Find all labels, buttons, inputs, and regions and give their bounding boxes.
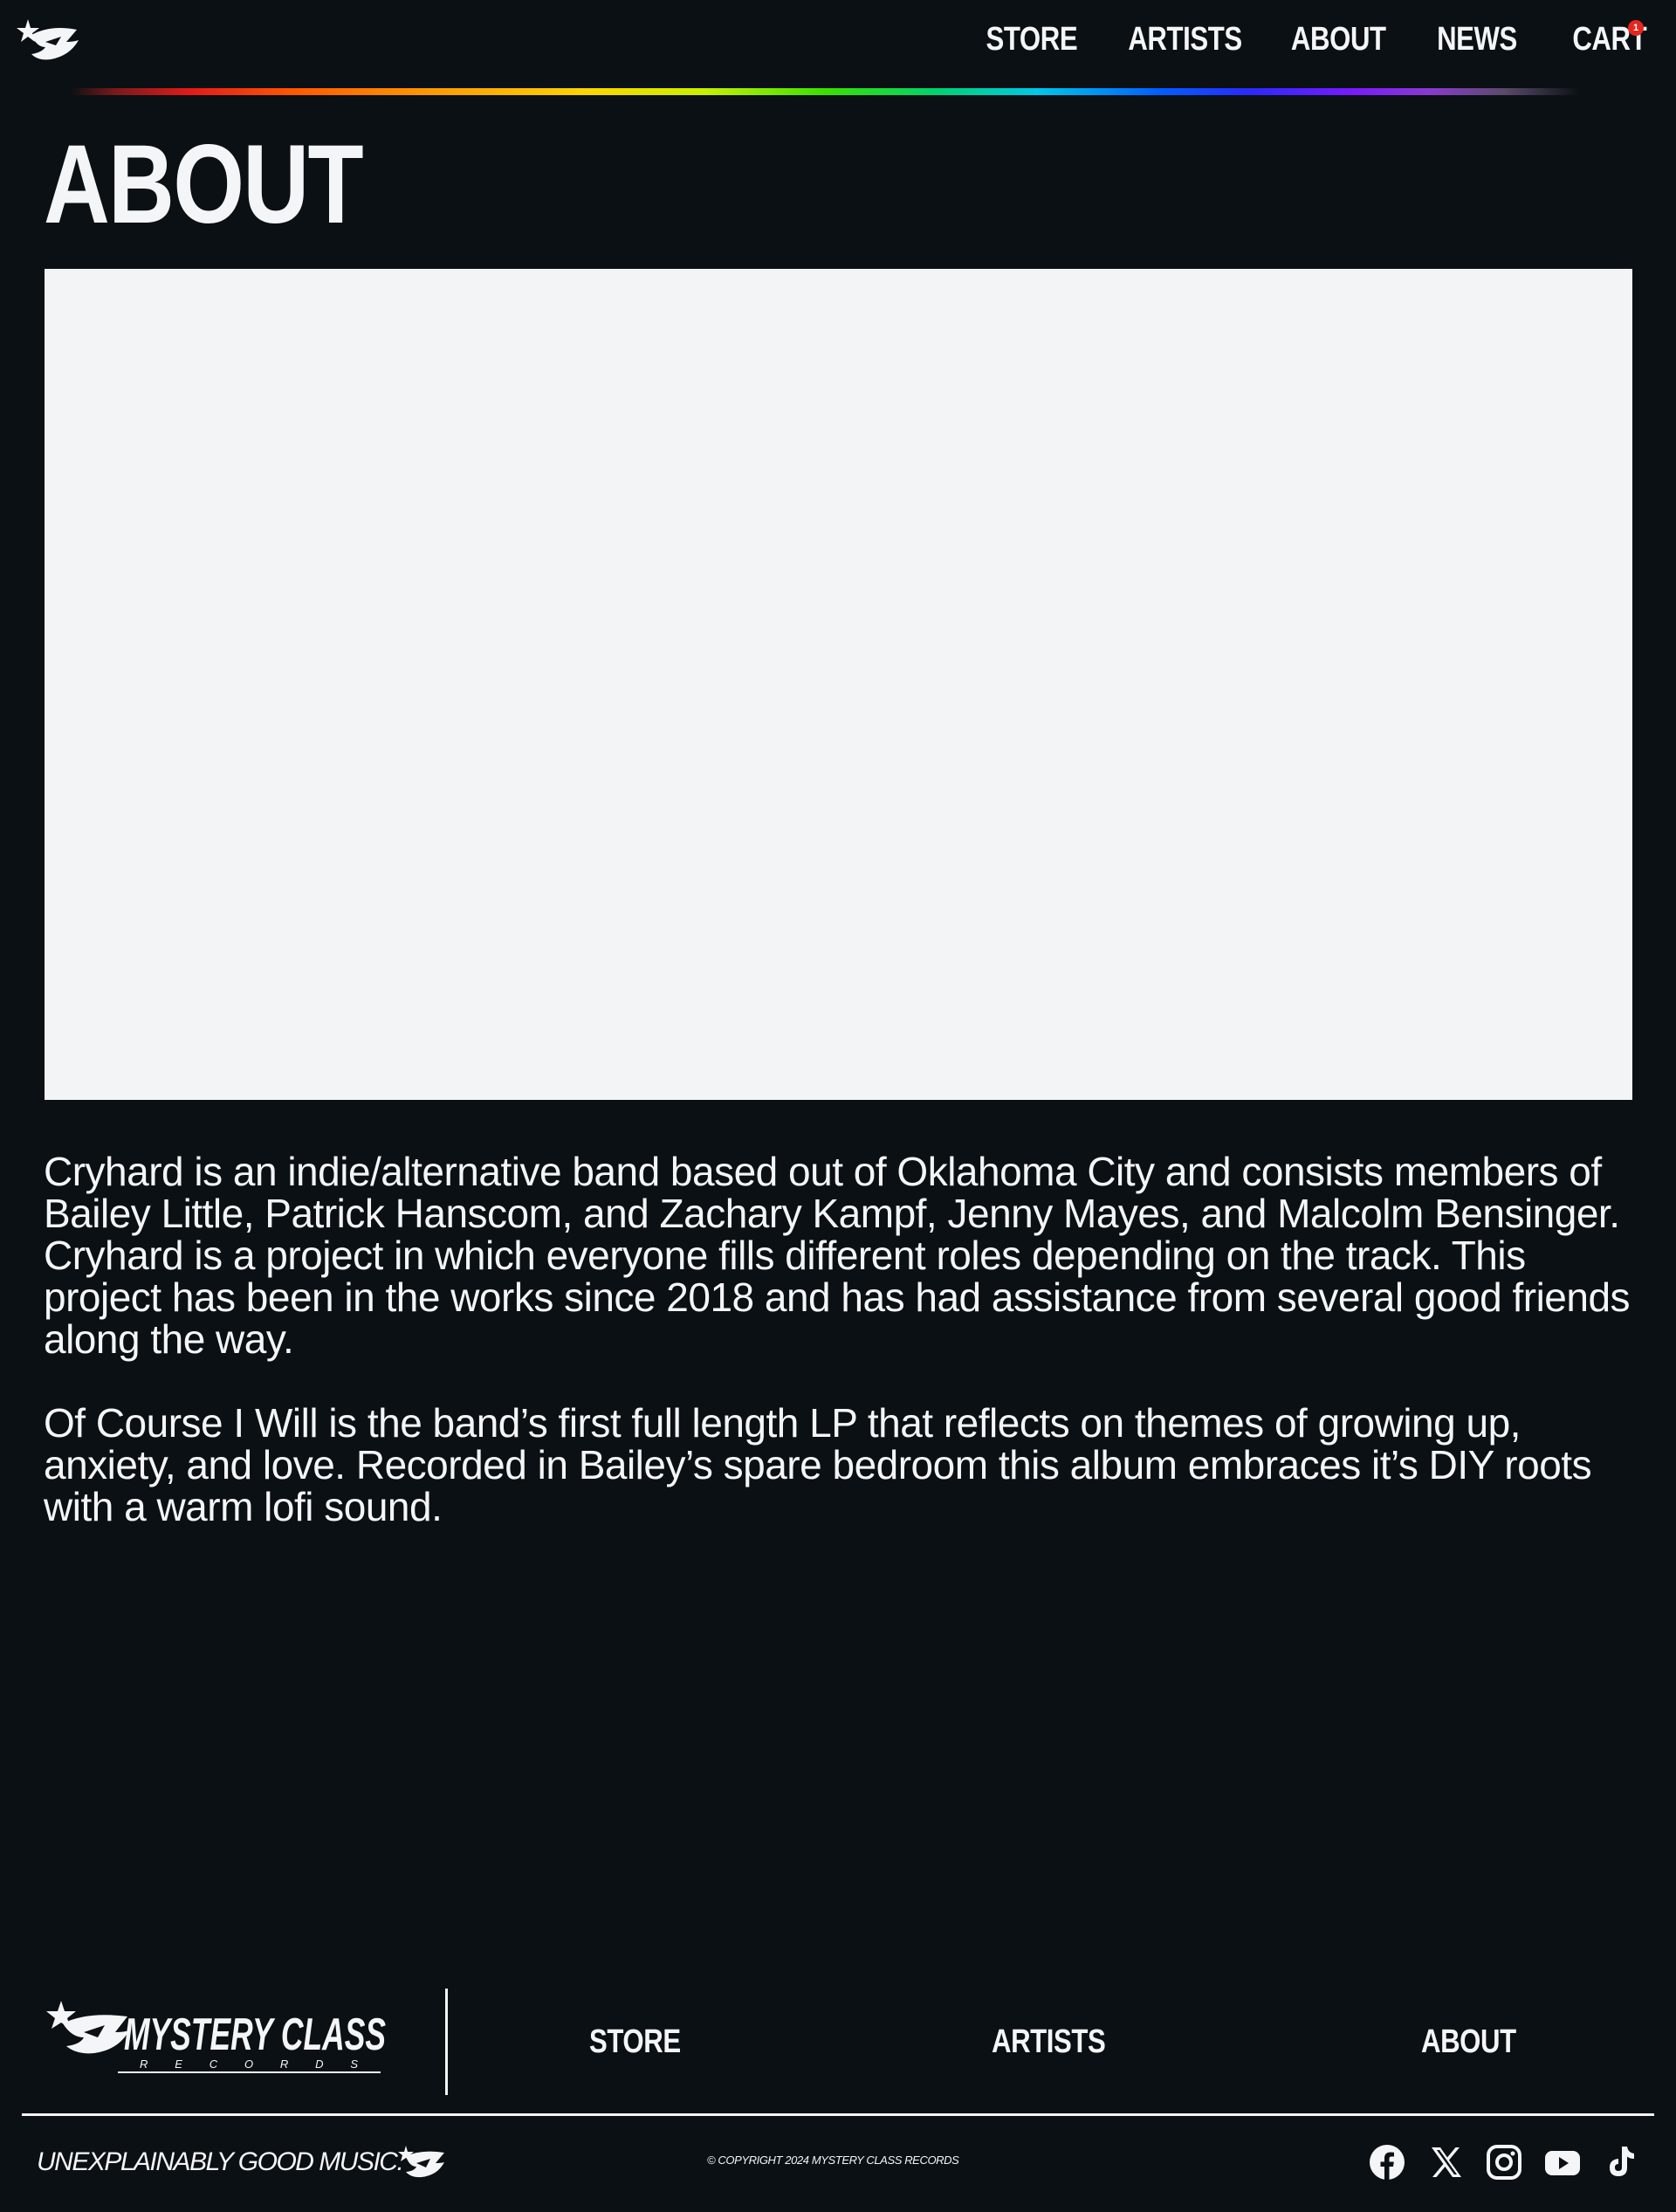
cart-count-badge: 1	[1628, 20, 1644, 36]
footer-tagline: UNEXPLAINABLY GOOD MUSIC.	[37, 2147, 404, 2176]
rainbow-divider	[70, 88, 1580, 95]
nav-store[interactable]: STORE	[986, 21, 1077, 58]
footer-link-about[interactable]: ABOUT	[1421, 2023, 1516, 2061]
tagline-logo-icon	[398, 2146, 444, 2178]
footer-vertical-divider	[445, 1989, 448, 2095]
nav-news[interactable]: NEWS	[1437, 21, 1517, 58]
youtube-icon[interactable]	[1544, 2144, 1581, 2181]
media-placeholder	[45, 269, 1632, 1100]
footer-horizontal-divider	[22, 2113, 1654, 2116]
footer-brand-logo[interactable]: MYSTERY CLASS R E C O R D S	[44, 1999, 393, 2078]
about-paragraph: Cryhard is an indie/alternative band bas…	[44, 1149, 1631, 1362]
facebook-icon[interactable]	[1369, 2144, 1405, 2181]
nav-about[interactable]: ABOUT	[1291, 21, 1386, 58]
page-title: ABOUT	[44, 122, 364, 247]
x-icon[interactable]	[1428, 2144, 1465, 2181]
footer-link-store[interactable]: STORE	[589, 2023, 681, 2061]
footer-logo-text: MYSTERY CLASS	[124, 2009, 386, 2060]
instagram-icon[interactable]	[1486, 2144, 1522, 2181]
brand-logo-icon[interactable]	[16, 16, 80, 68]
about-body: Cryhard is an indie/alternative band bas…	[44, 1151, 1632, 1570]
footer-link-artists[interactable]: ARTISTS	[992, 2023, 1106, 2061]
tiktok-icon[interactable]	[1603, 2144, 1639, 2181]
nav-artists[interactable]: ARTISTS	[1128, 21, 1242, 58]
site-header: STORE ARTISTS ABOUT NEWS CART 1	[0, 0, 1676, 87]
copyright-text: © COPYRIGHT 2024 MYSTERY CLASS RECORDS	[707, 2154, 959, 2167]
about-paragraph: Of Course I Will is the band’s first ful…	[44, 1400, 1592, 1529]
